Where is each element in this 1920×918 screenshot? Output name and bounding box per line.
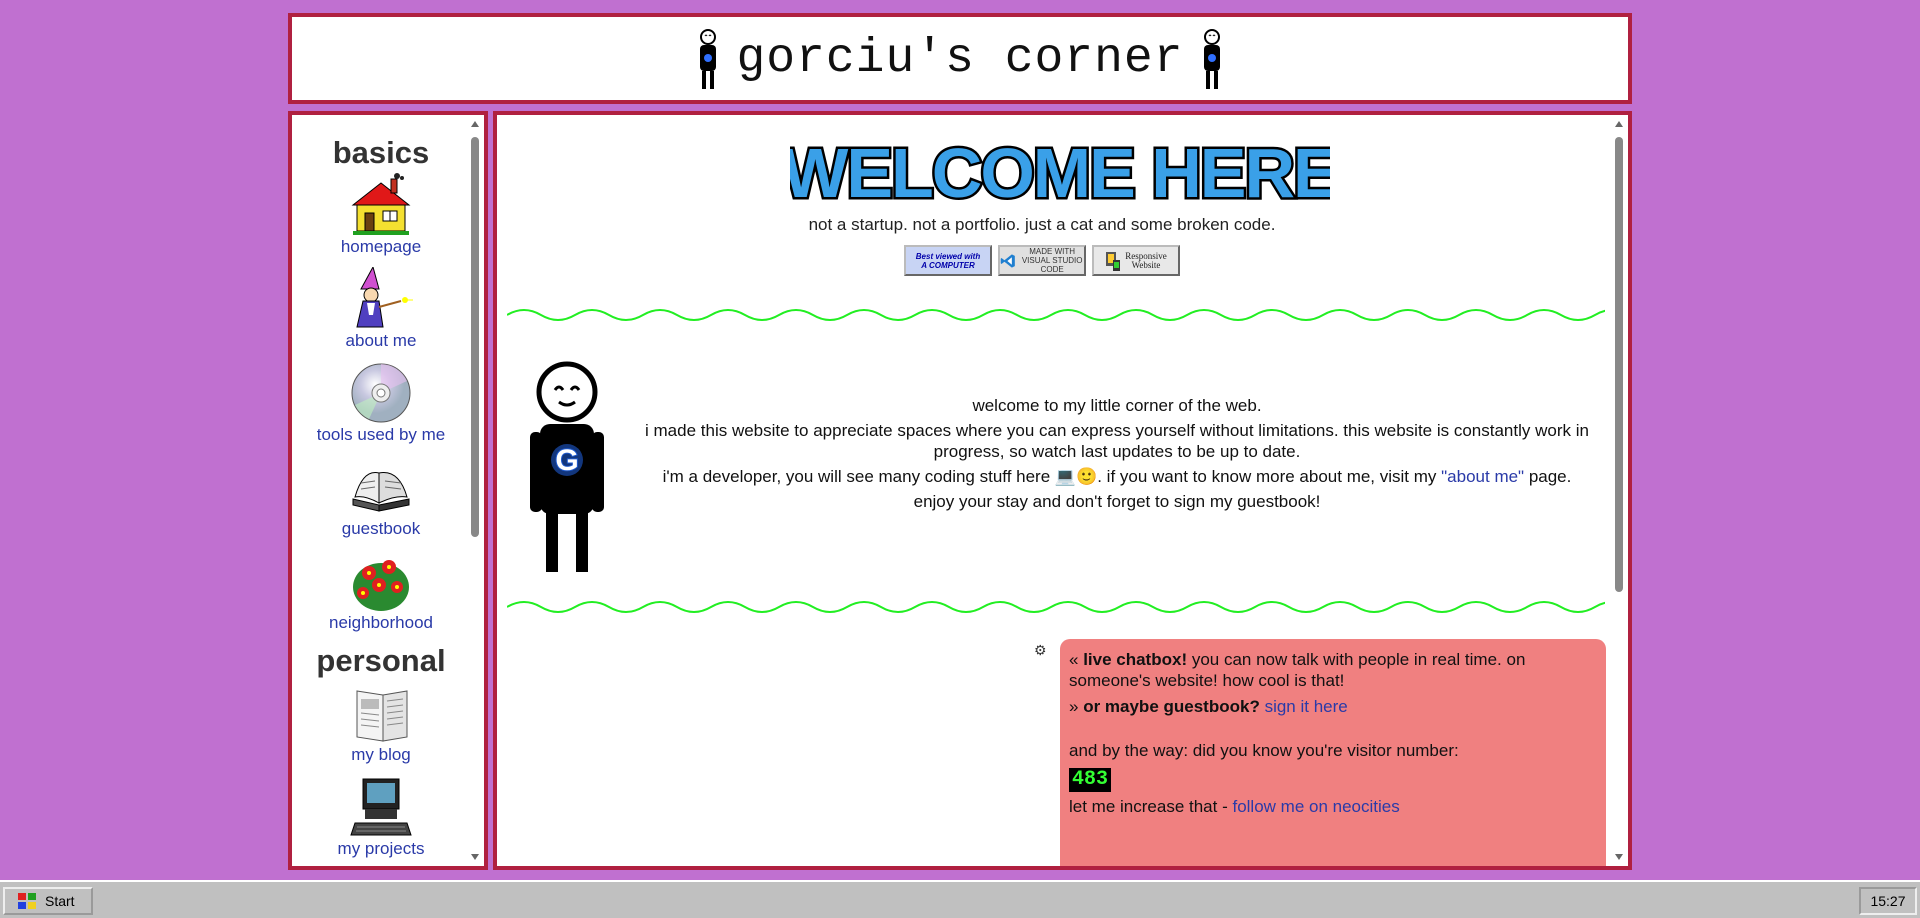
nav-label: homepage	[340, 237, 422, 256]
visitor-counter: 483	[1069, 768, 1112, 792]
chatbox-text: »	[1069, 697, 1084, 716]
nav-label: my projects	[337, 839, 425, 858]
nav-item-homepage[interactable]: homepage	[292, 173, 470, 257]
sidebar-content: basics homepage about me tools used by m…	[292, 115, 470, 870]
windows-logo-icon	[18, 893, 36, 909]
sidebar: basics homepage about me tools used by m…	[288, 111, 488, 870]
visitor-text: and by the way: did you know you're visi…	[1069, 741, 1459, 760]
badge-text: MADE WITH	[1029, 247, 1076, 256]
chatbox-text: «	[1069, 650, 1084, 669]
nav-label: tools used by me	[316, 425, 446, 444]
gear-icon[interactable]: ⚙	[1034, 642, 1047, 659]
chatbox-line: let me increase that - follow me on neoc…	[1069, 796, 1597, 817]
intro-line: i'm a developer, you will see many codin…	[637, 466, 1597, 487]
about-me-link[interactable]: "about me"	[1441, 467, 1524, 486]
scroll-down-arrow-icon[interactable]	[471, 854, 479, 860]
follow-neocities-link[interactable]: follow me on neocities	[1232, 797, 1399, 816]
cd-icon	[351, 363, 411, 423]
badge-text: Website	[1131, 259, 1161, 270]
computer-icon	[350, 778, 412, 836]
nav-label: my blog	[351, 745, 411, 764]
badge-text: A COMPUTER	[921, 260, 975, 270]
newspaper-icon	[356, 690, 408, 742]
site-header: gorciu's corner	[288, 13, 1632, 104]
wave-divider	[507, 601, 1605, 613]
stick-figure-icon	[700, 28, 717, 89]
responsive-badge: Responsive Website	[1092, 245, 1180, 276]
intro-line: welcome to my little corner of the web.	[972, 396, 1262, 415]
scroll-up-arrow-icon[interactable]	[1615, 121, 1623, 127]
site-title: gorciu's corner	[736, 31, 1184, 86]
nav-item-my-projects[interactable]: my projects	[292, 775, 470, 859]
scrollbar-thumb[interactable]	[1615, 137, 1623, 592]
partial-element	[511, 867, 951, 870]
flowers-icon	[353, 560, 409, 611]
chatbox-text: let me increase that -	[1069, 797, 1233, 816]
scroll-up-arrow-icon[interactable]	[471, 121, 479, 127]
chatbox-line: » or maybe guestbook? sign it here	[1069, 696, 1597, 717]
nav-item-heart[interactable]	[292, 869, 470, 870]
sign-guestbook-link[interactable]: sign it here	[1265, 697, 1348, 716]
main-scrollbar[interactable]	[1612, 119, 1626, 862]
intro-line: i made this website to appreciate spaces…	[645, 421, 1589, 461]
tagline: not a startup. not a portfolio. just a c…	[808, 215, 1276, 234]
visitor-count: 483	[1072, 768, 1109, 791]
intro-text: welcome to my little corner of the web. …	[637, 395, 1597, 516]
chatbox-line: « live chatbox! you can now talk with pe…	[1069, 649, 1597, 691]
badge-text: VISUAL STUDIO CODE	[1021, 256, 1083, 274]
nav-label: guestbook	[341, 519, 421, 538]
wave-divider	[507, 309, 1605, 321]
sidebar-scrollbar[interactable]	[468, 119, 482, 862]
nav-item-guestbook[interactable]: guestbook	[292, 455, 470, 539]
section-title-basics: basics	[332, 135, 430, 170]
intro-text-segment: i'm a developer, you will see many codin…	[662, 467, 1442, 486]
best-viewed-badge: Best viewed with A COMPUTER	[904, 245, 992, 276]
intro-line: enjoy your stay and don't forget to sign…	[913, 492, 1321, 511]
vscode-badge: MADE WITH VISUAL STUDIO CODE	[998, 245, 1086, 276]
wizard-icon	[356, 267, 413, 328]
welcome-banner-text: WELCOME HERE	[790, 134, 1330, 212]
chatbox-bold-text: live chatbox!	[1083, 650, 1188, 669]
taskbar-clock: 15:27	[1859, 887, 1917, 915]
section-title-personal: personal	[316, 643, 446, 678]
intro-text-segment: page.	[1524, 467, 1572, 486]
nav-label: neighborhood	[329, 613, 433, 632]
badge-text: Best viewed with	[915, 251, 981, 261]
taskbar: Start 15:27	[0, 880, 1920, 918]
nav-item-neighborhood[interactable]: neighborhood	[292, 549, 470, 633]
vscode-icon	[1000, 253, 1015, 268]
start-button[interactable]: Start	[3, 887, 93, 915]
start-label: Start	[45, 893, 75, 909]
chatbox-panel: « live chatbox! you can now talk with pe…	[1060, 639, 1606, 866]
house-icon	[351, 173, 411, 235]
book-icon	[352, 472, 410, 512]
scroll-down-arrow-icon[interactable]	[1615, 854, 1623, 860]
badge-row: Best viewed with A COMPUTER MADE WITH VISU…	[497, 245, 1587, 276]
stick-figure-icon	[1203, 28, 1220, 89]
welcome-banner: WELCOME HERE	[790, 133, 1330, 213]
nav-item-about-me[interactable]: about me	[292, 267, 470, 351]
avatar-letter: G	[555, 444, 578, 477]
avatar-stick-figure: G	[530, 361, 604, 572]
devices-icon	[1106, 251, 1121, 271]
main-content: WELCOME HERE not a startup. not a portfo…	[493, 111, 1632, 870]
chatbox-bold-text: or maybe guestbook?	[1083, 697, 1260, 716]
heart-icon	[349, 869, 413, 870]
nav-label: about me	[345, 331, 417, 350]
scrollbar-thumb[interactable]	[471, 137, 479, 537]
nav-item-tools-used-by-me[interactable]: tools used by me	[292, 361, 470, 445]
nav-item-my-blog[interactable]: my blog	[292, 681, 470, 765]
